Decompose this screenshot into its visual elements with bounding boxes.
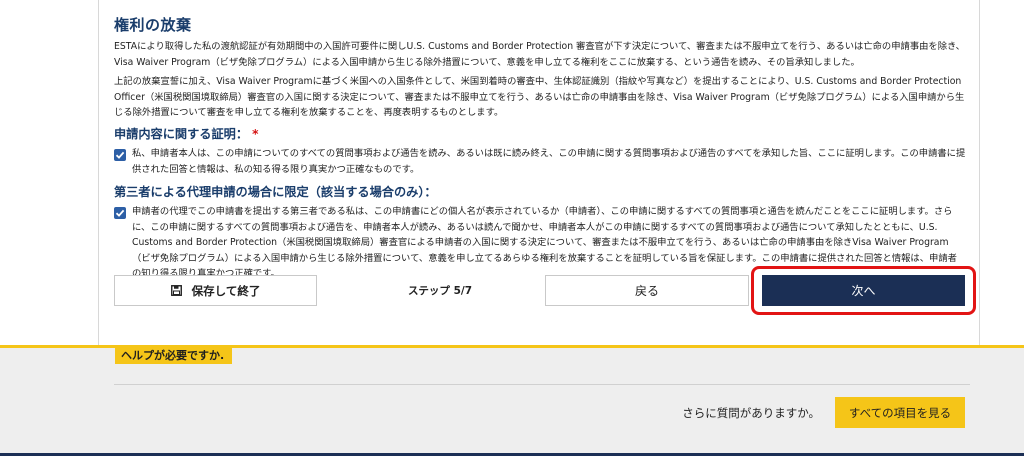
content-left-border xyxy=(98,0,99,345)
waiver-paragraph-2: 上記の放棄宣誓に加え、Visa Waiver Programに基づく米国への入国… xyxy=(114,76,965,118)
footer-divider xyxy=(114,384,970,385)
certification-checkbox[interactable] xyxy=(114,149,126,161)
required-mark: * xyxy=(252,127,259,141)
waiver-title: 権利の放棄 xyxy=(114,16,192,34)
certification-row: 私、申請者本人は、この申請についてのすべての質問事項および通告を読み、あるいは既… xyxy=(114,146,966,177)
next-button[interactable]: 次へ xyxy=(762,275,965,306)
checkmark-icon xyxy=(115,209,125,217)
certification-heading: 申請内容に関する証明： * xyxy=(114,124,258,142)
view-all-items-button[interactable]: すべての項目を見る xyxy=(835,397,965,428)
more-questions-text: さらに質問がありますか。 xyxy=(682,406,820,420)
help-footer: ヘルプが必要ですか. さらに質問がありますか。 すべての項目を見る xyxy=(0,345,1024,456)
checkmark-icon xyxy=(115,151,125,159)
back-button[interactable]: 戻る xyxy=(545,275,749,306)
help-badge: ヘルプが必要ですか. xyxy=(115,345,233,364)
save-and-exit-button[interactable]: 保存して終了 xyxy=(114,275,317,306)
step-indicator: ステップ 5/7 xyxy=(407,285,473,297)
content-right-border xyxy=(979,0,980,345)
certification-heading-text: 申請内容に関する証明： xyxy=(114,127,249,141)
third-party-heading: 第三者による代理申請の場合に限定（該当する場合のみ）： xyxy=(114,185,437,199)
certification-text: 私、申請者本人は、この申請についてのすべての質問事項および通告を読み、あるいは既… xyxy=(132,148,966,175)
floppy-disk-icon xyxy=(170,285,182,296)
third-party-checkbox[interactable] xyxy=(114,207,126,219)
waiver-paragraph-1: ESTAにより取得した私の渡航認証が有効期間中の入国許可要件に関しU.S. Cu… xyxy=(114,41,965,68)
save-and-exit-label: 保存して終了 xyxy=(191,283,261,298)
